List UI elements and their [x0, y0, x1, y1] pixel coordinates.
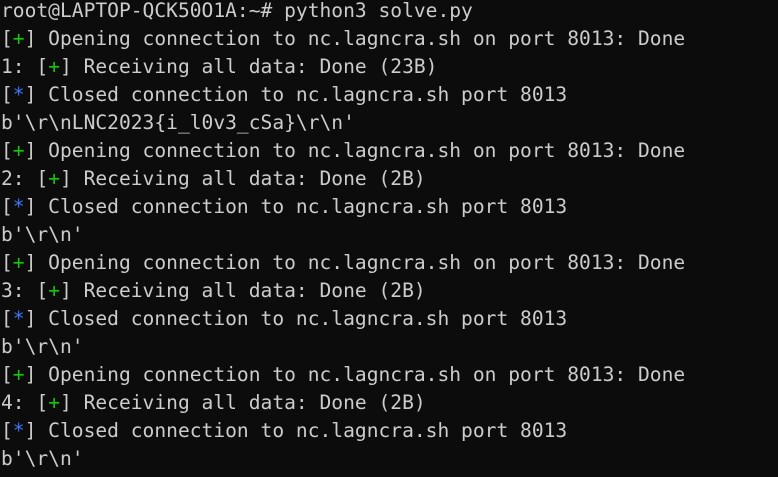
line-text: Opening connection to nc.lagncra.sh on p… [36, 139, 686, 162]
line-text: Receiving all data: Done (2B) [71, 167, 426, 190]
terminal-output-line: b'\r\n' [1, 333, 778, 361]
terminal-output-line: b'\r\nLNC2023{i_l0v3_cSa}\r\n' [1, 109, 778, 137]
shell-prompt-line: root@LAPTOP-QCK50O1A:~# python3 solve.py [1, 0, 473, 22]
line-text: Closed connection to nc.lagncra.sh port … [36, 307, 568, 330]
line-prefix: 3: [1, 279, 37, 302]
line-text: Opening connection to nc.lagncra.sh on p… [36, 27, 686, 50]
line-text: Closed connection to nc.lagncra.sh port … [36, 195, 568, 218]
status-marker-info: * [12, 83, 25, 106]
status-marker-info: * [12, 195, 25, 218]
status-marker-success: + [12, 139, 25, 162]
status-marker-success: + [12, 251, 25, 274]
terminal-output-line: [+] Opening connection to nc.lagncra.sh … [1, 27, 686, 50]
terminal-output-line: b'\r\n' [1, 221, 778, 249]
terminal-output-line: [*] Closed connection to nc.lagncra.sh p… [1, 307, 568, 330]
terminal-output-line: 3: [+] Receiving all data: Done (2B) [1, 279, 426, 302]
terminal-window[interactable]: root@LAPTOP-QCK50O1A:~# python3 solve.py… [0, 0, 778, 477]
line-text: Opening connection to nc.lagncra.sh on p… [36, 363, 686, 386]
line-prefix: 1: [1, 55, 37, 78]
terminal-output-line: [*] Closed connection to nc.lagncra.sh p… [1, 83, 568, 106]
status-marker-success: + [48, 391, 60, 414]
line-text: Closed connection to nc.lagncra.sh port … [36, 83, 568, 106]
line-text: b'\r\n' [1, 223, 84, 246]
terminal-output-line: [+] Opening connection to nc.lagncra.sh … [1, 251, 686, 274]
line-text: b'\r\n' [1, 335, 84, 358]
terminal-output-line: 2: [+] Receiving all data: Done (2B) [1, 167, 426, 190]
line-text: Receiving all data: Done (23B) [71, 55, 438, 78]
terminal-output-line: [+] Opening connection to nc.lagncra.sh … [1, 139, 686, 162]
terminal-output-line: 1: [+] Receiving all data: Done (23B) [1, 55, 438, 78]
line-text: b'\r\n' [1, 447, 84, 470]
status-marker-success: + [48, 167, 60, 190]
line-text: Opening connection to nc.lagncra.sh on p… [36, 251, 686, 274]
line-prefix: 2: [1, 167, 37, 190]
terminal-output-line: b'\r\n' [1, 445, 778, 473]
status-marker-success: + [48, 279, 60, 302]
status-marker-success: + [48, 55, 60, 78]
line-prefix: 4: [1, 391, 37, 414]
terminal-output-line: [*] Closed connection to nc.lagncra.sh p… [1, 419, 568, 442]
status-marker-info: * [12, 307, 25, 330]
terminal-output-line: [*] Closed connection to nc.lagncra.sh p… [1, 195, 568, 218]
status-marker-success: + [12, 363, 25, 386]
terminal-output-line: [+] Opening connection to nc.lagncra.sh … [1, 363, 686, 386]
status-marker-success: + [12, 27, 25, 50]
terminal-output-line: 4: [+] Receiving all data: Done (2B) [1, 391, 426, 414]
line-text: Receiving all data: Done (2B) [71, 391, 426, 414]
line-text: b'\r\nLNC2023{i_l0v3_cSa}\r\n' [1, 111, 355, 134]
line-text: Closed connection to nc.lagncra.sh port … [36, 419, 568, 442]
status-marker-info: * [12, 419, 25, 442]
line-text: Receiving all data: Done (2B) [71, 279, 426, 302]
